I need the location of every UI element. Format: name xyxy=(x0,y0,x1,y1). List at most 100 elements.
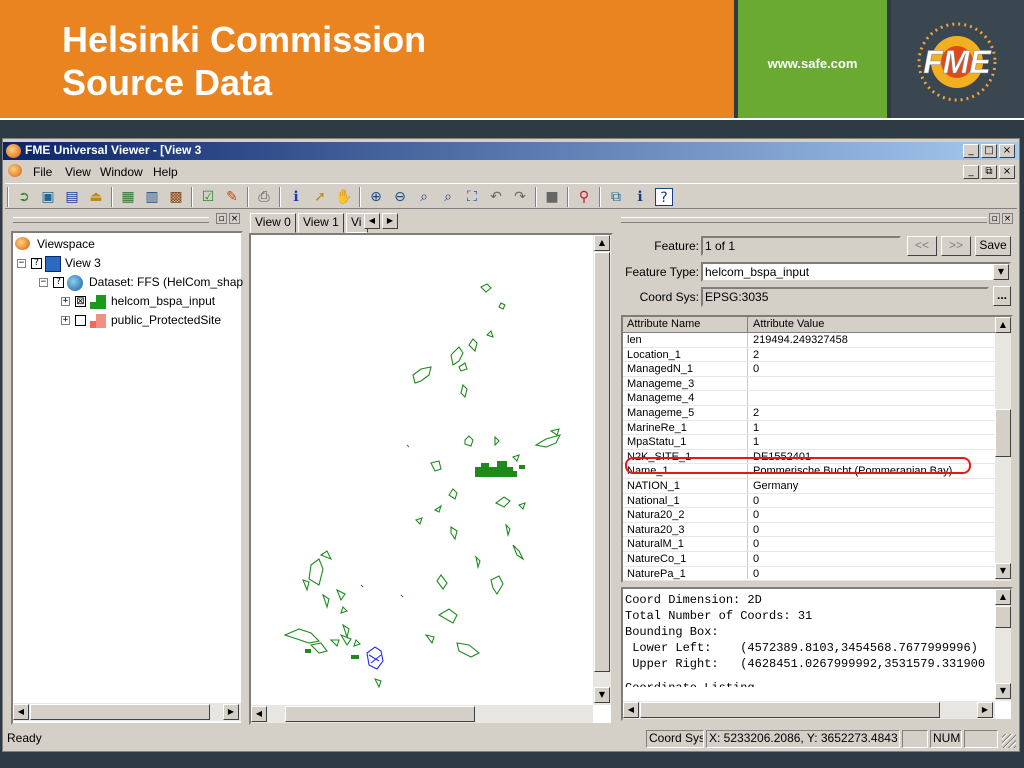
attribute-row[interactable]: Manageme_3 xyxy=(623,377,995,392)
scroll-down-button[interactable]: ▼ xyxy=(594,687,610,703)
save-icon[interactable]: ▤ xyxy=(63,188,81,206)
attribute-row[interactable]: ManagedN_1 0 xyxy=(623,362,995,377)
new-view-icon[interactable]: ▥ xyxy=(143,188,161,206)
attribute-row[interactable]: Natura20_2 0 xyxy=(623,508,995,523)
map-vscrollbar[interactable]: ▲ ▼ xyxy=(593,235,611,705)
scroll-left-button[interactable]: ◀ xyxy=(251,706,267,722)
panel-grip[interactable] xyxy=(621,217,987,223)
chevron-down-icon[interactable]: ▼ xyxy=(993,264,1009,280)
tab-view-0[interactable]: View 0 xyxy=(250,213,296,233)
tab-view-1[interactable]: View 1 xyxy=(298,213,344,233)
import-icon[interactable]: ▣ xyxy=(39,188,57,206)
zoom-out-icon[interactable]: ⊖ xyxy=(391,188,409,206)
zoom-box-icon[interactable]: ⌕ xyxy=(439,188,457,206)
view-settings-icon[interactable]: ▩ xyxy=(167,188,185,206)
layer-checkbox[interactable] xyxy=(75,315,86,326)
tree-view-row[interactable]: − ? View 3 xyxy=(17,256,237,272)
map-hscrollbar[interactable]: ◀ xyxy=(251,705,593,723)
scroll-thumb[interactable] xyxy=(640,702,940,718)
column-header-value[interactable]: Attribute Value xyxy=(753,318,824,330)
zoom-icon[interactable]: ⌕ xyxy=(415,188,433,206)
column-header-name[interactable]: Attribute Name xyxy=(627,318,700,330)
check-icon[interactable]: ☑ xyxy=(199,188,217,206)
resize-grip[interactable] xyxy=(1002,734,1016,748)
tree-layer-row[interactable]: + ⊠ helcom_bspa_input xyxy=(61,294,241,310)
tree-view[interactable]: Viewspace − ? View 3 − ? Dataset: FFS (H… xyxy=(11,231,243,725)
expand-toggle[interactable]: + xyxy=(61,297,70,306)
scroll-left-button[interactable]: ◀ xyxy=(13,704,29,720)
panel-close-button[interactable]: × xyxy=(229,213,240,224)
scroll-thumb[interactable] xyxy=(285,706,475,722)
menu-file[interactable]: File xyxy=(33,165,52,179)
scroll-up-button[interactable]: ▲ xyxy=(995,589,1011,605)
map-canvas[interactable]: ▲ ▼ ◀ xyxy=(249,233,613,725)
info-icon[interactable]: ℹ xyxy=(287,188,305,206)
browse-coord-sys-button[interactable]: ... xyxy=(993,286,1011,306)
zoom-extent-icon[interactable]: ⛶ xyxy=(463,188,481,206)
scroll-left-button[interactable]: ◀ xyxy=(623,702,639,718)
child-restore-button[interactable]: ⧉ xyxy=(981,165,997,179)
zoom-in-icon[interactable]: ⊕ xyxy=(367,188,385,206)
export-icon[interactable]: ⏏ xyxy=(87,188,105,206)
scroll-down-button[interactable]: ▼ xyxy=(995,563,1011,579)
attribute-row[interactable]: NATION_1 Germany xyxy=(623,479,995,494)
feature-type-select[interactable]: helcom_bspa_input ▼ xyxy=(701,262,1011,282)
scroll-up-button[interactable]: ▲ xyxy=(995,317,1011,333)
attribute-row[interactable]: NaturalM_1 0 xyxy=(623,537,995,552)
minimize-button[interactable]: _ xyxy=(963,144,979,158)
next-feature-button[interactable]: >> xyxy=(941,236,971,256)
attribute-row[interactable]: Location_1 2 xyxy=(623,348,995,363)
open-icon[interactable]: ➲ xyxy=(15,188,33,206)
pin-icon[interactable]: ⚲ xyxy=(575,188,593,206)
view-visibility-checkbox[interactable]: ? xyxy=(31,258,42,269)
redo-icon[interactable]: ↷ xyxy=(511,188,529,206)
tab-scroll-left-button[interactable]: ◀ xyxy=(364,213,380,229)
geometry-info-box[interactable]: Coord Dimension: 2D Total Number of Coor… xyxy=(621,587,1013,721)
pan-icon[interactable]: ✋ xyxy=(335,188,353,206)
attribute-row[interactable]: MpaStatu_1 1 xyxy=(623,435,995,450)
menu-window[interactable]: Window xyxy=(100,165,143,179)
previous-feature-button[interactable]: << xyxy=(907,236,937,256)
attribute-row[interactable]: NaturePa_1 0 xyxy=(623,567,995,582)
undo-icon[interactable]: ↶ xyxy=(487,188,505,206)
attribute-row[interactable]: Manageme_5 2 xyxy=(623,406,995,421)
tree-hscrollbar[interactable]: ◀ ▶ xyxy=(13,703,241,721)
attribute-row[interactable]: MarineRe_1 1 xyxy=(623,421,995,436)
panel-float-button[interactable]: ▫ xyxy=(989,213,1000,224)
print-icon[interactable]: ⎙ xyxy=(255,188,273,206)
child-minimize-button[interactable]: _ xyxy=(963,165,979,179)
dataset-visibility-checkbox[interactable]: ? xyxy=(53,277,64,288)
scroll-right-button[interactable]: ▶ xyxy=(223,704,239,720)
scroll-thumb[interactable] xyxy=(995,409,1011,457)
panel-float-button[interactable]: ▫ xyxy=(216,213,227,224)
attribute-row[interactable]: National_1 0 xyxy=(623,494,995,509)
scroll-right-button[interactable]: ▶ xyxy=(977,702,993,718)
tree-layer-row[interactable]: + public_ProtectedSite xyxy=(61,313,241,329)
collapse-toggle[interactable]: − xyxy=(39,278,48,287)
scroll-thumb[interactable] xyxy=(594,252,610,672)
panel-grip[interactable] xyxy=(13,217,209,223)
document-icon[interactable] xyxy=(8,164,22,177)
child-close-button[interactable]: × xyxy=(999,165,1015,179)
attribute-row[interactable]: Manageme_4 xyxy=(623,391,995,406)
expand-toggle[interactable]: + xyxy=(61,316,70,325)
add-view-icon[interactable]: ▦ xyxy=(119,188,137,206)
help-icon[interactable]: ? xyxy=(655,188,673,206)
properties-icon[interactable]: ℹ xyxy=(631,188,649,206)
select-icon[interactable]: ➚ xyxy=(311,188,329,206)
tab-scroll-right-button[interactable]: ▶ xyxy=(382,213,398,229)
attribute-row[interactable]: Natura20_3 0 xyxy=(623,523,995,538)
close-button[interactable]: × xyxy=(999,144,1015,158)
attribute-vscrollbar[interactable]: ▲ ▼ xyxy=(995,317,1011,581)
layer-checkbox[interactable]: ⊠ xyxy=(75,296,86,307)
window-titlebar[interactable]: FME Universal Viewer - [View 3 _ □ × xyxy=(3,142,1019,160)
geometry-hscrollbar[interactable]: ◀ ▶ xyxy=(623,701,995,719)
scroll-down-button[interactable]: ▼ xyxy=(995,683,1011,699)
menu-help[interactable]: Help xyxy=(153,165,178,179)
scroll-thumb[interactable] xyxy=(30,704,210,720)
attribute-row[interactable]: NatureCo_1 0 xyxy=(623,552,995,567)
tree-dataset-row[interactable]: − ? Dataset: FFS (HelCom_shap xyxy=(39,275,249,291)
geometry-vscrollbar[interactable]: ▲ ▼ xyxy=(995,589,1011,701)
collapse-toggle[interactable]: − xyxy=(17,259,26,268)
save-button[interactable]: Save xyxy=(975,236,1011,256)
